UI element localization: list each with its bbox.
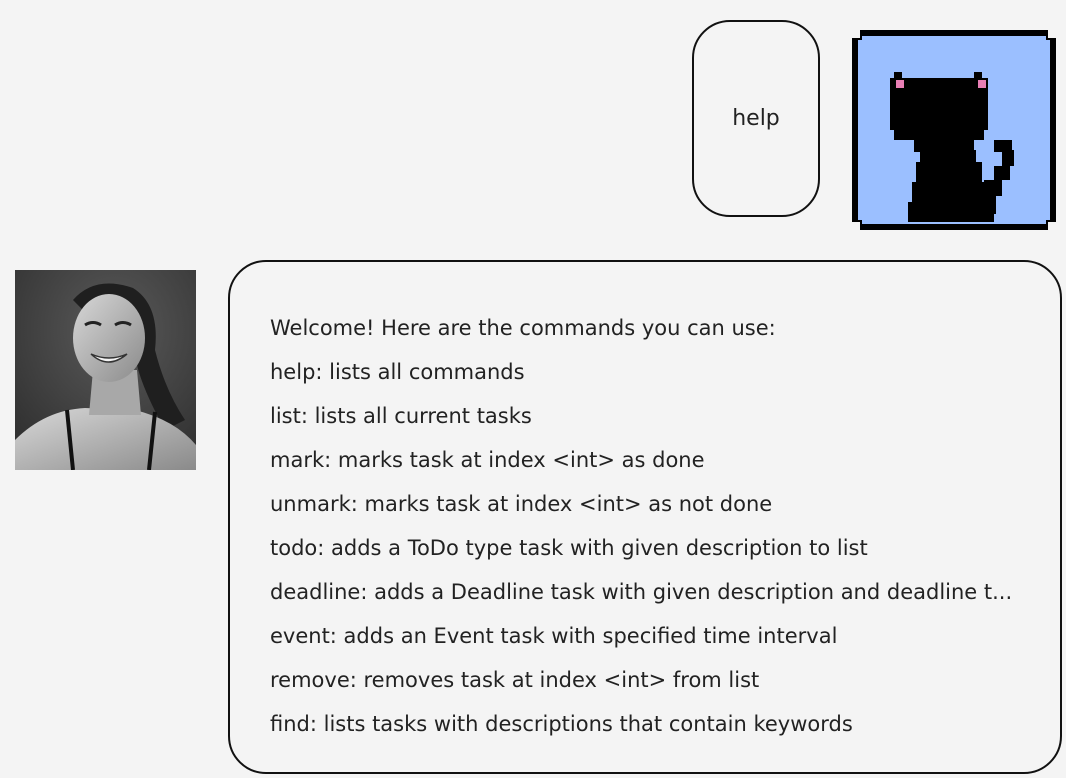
woman-portrait	[15, 270, 196, 470]
bot-message-line: event: adds an Event task with specified…	[270, 624, 838, 648]
bot-message-line: todo: adds a ToDo type task with given d…	[270, 536, 868, 560]
bot-message-line: Welcome! Here are the commands you can u…	[270, 316, 776, 340]
bot-message-line: find: lists tasks with descriptions that…	[270, 712, 853, 736]
user-message-bubble: help	[692, 20, 820, 217]
bot-message-line: list: lists all current tasks	[270, 404, 532, 428]
user-avatar	[852, 30, 1056, 230]
bot-message-line: unmark: marks task at index <int> as not…	[270, 492, 773, 516]
user-message-text: help	[732, 106, 780, 131]
bot-message-line: deadline: adds a Deadline task with give…	[270, 580, 1013, 604]
bot-avatar	[15, 270, 196, 470]
bot-message-bubble: Welcome! Here are the commands you can u…	[228, 260, 1062, 774]
bot-message-line: help: lists all commands	[270, 360, 525, 384]
pixel-cat-icon	[852, 30, 1056, 230]
bot-message-line: remove: removes task at index <int> from…	[270, 668, 760, 692]
bot-message-line: mark: marks task at index <int> as done	[270, 448, 705, 472]
